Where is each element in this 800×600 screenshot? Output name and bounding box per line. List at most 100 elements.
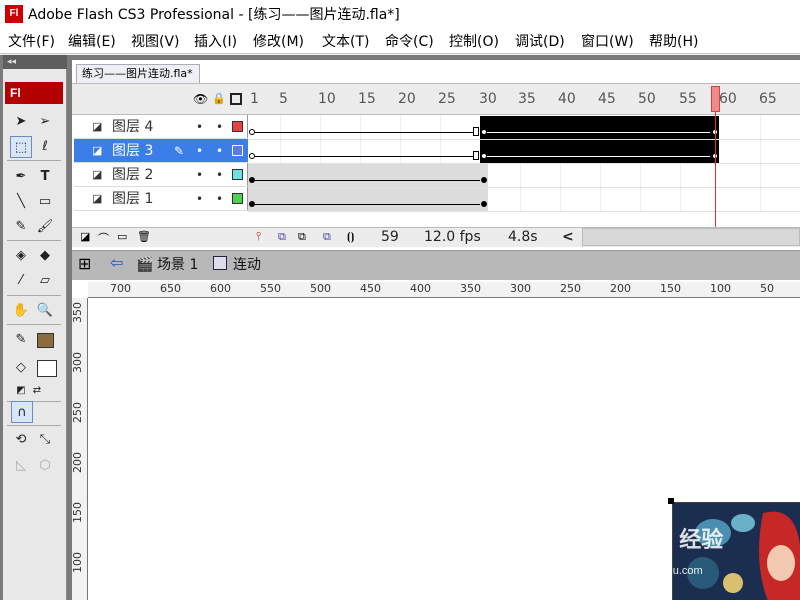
- pencil-tool-icon[interactable]: ✎: [10, 216, 32, 238]
- scale-icon[interactable]: ⤡: [34, 429, 56, 451]
- menu-window[interactable]: 窗口(W): [581, 33, 634, 51]
- ink-bottle-tool-icon[interactable]: ◈: [10, 245, 32, 267]
- menu-insert[interactable]: 插入(I): [194, 33, 237, 51]
- motion-tween-span[interactable]: [248, 188, 488, 211]
- swap-colors-icon[interactable]: ⇄: [26, 380, 48, 402]
- scroll-left-button[interactable]: <: [562, 228, 574, 246]
- selection-tool-icon[interactable]: ➤: [10, 111, 32, 133]
- line-tool-icon[interactable]: ╲: [10, 191, 32, 213]
- eyedropper-tool-icon[interactable]: ⁄: [10, 270, 32, 292]
- lock-dot-icon[interactable]: •: [216, 139, 223, 163]
- visibility-dot-icon[interactable]: •: [196, 139, 203, 163]
- layer-row-4[interactable]: ◪ 图层 4 • •: [74, 115, 248, 139]
- delete-layer-icon[interactable]: 🗑: [137, 230, 151, 243]
- keyframe[interactable]: [481, 129, 487, 135]
- playhead[interactable]: [711, 86, 720, 112]
- menu-control[interactable]: 控制(O): [449, 33, 499, 51]
- blank-keyframe[interactable]: [249, 153, 255, 159]
- layer-outline-color[interactable]: [232, 121, 243, 132]
- outline-all-layers-icon[interactable]: [230, 93, 242, 105]
- layer-row-2[interactable]: ◪ 图层 2 • •: [74, 163, 248, 187]
- menu-file[interactable]: 文件(F): [8, 33, 55, 51]
- keyframe[interactable]: [249, 177, 255, 183]
- timeline-toggle-icon[interactable]: ⊞: [78, 254, 91, 273]
- toolbox-divider: [7, 295, 61, 296]
- layer-outline-color[interactable]: [232, 145, 243, 156]
- free-transform-tool-icon[interactable]: ⬚: [10, 136, 32, 158]
- subselection-tool-icon[interactable]: ➢: [34, 111, 56, 133]
- insert-folder-icon[interactable]: ▭: [117, 230, 127, 243]
- layer-outline-color[interactable]: [232, 193, 243, 204]
- layer-icon: ◪: [92, 192, 103, 205]
- visibility-dot-icon[interactable]: •: [196, 163, 203, 187]
- ruler-label: 300: [71, 352, 84, 373]
- menu-text[interactable]: 文本(T): [322, 33, 369, 51]
- show-hide-all-layers-icon[interactable]: 👁: [193, 92, 208, 106]
- keyframe[interactable]: [481, 177, 487, 183]
- menu-edit[interactable]: 编辑(E): [68, 33, 116, 51]
- layer-outline-color[interactable]: [232, 169, 243, 180]
- lasso-tool-icon[interactable]: ℓ: [34, 136, 56, 158]
- collapse-arrows-icon[interactable]: ◂◂: [3, 55, 67, 69]
- layer-row-1[interactable]: ◪ 图层 1 • •: [74, 187, 248, 211]
- add-motion-guide-icon[interactable]: ⌒: [98, 230, 109, 246]
- modify-onion-markers-icon[interactable]: ⦗⦘: [347, 230, 354, 244]
- insert-layer-icon[interactable]: ◪: [80, 230, 90, 243]
- document-tab[interactable]: 练习——图片连动.fla*: [76, 64, 200, 83]
- rectangle-tool-icon[interactable]: ▭: [34, 191, 56, 213]
- fill-color-icon[interactable]: ◇: [10, 357, 32, 379]
- layer-row-3[interactable]: ◪ 图层 3 ✎ • •: [74, 139, 248, 163]
- blank-keyframe[interactable]: [249, 129, 255, 135]
- menu-modify[interactable]: 修改(M): [253, 33, 304, 51]
- frame-number: 25: [438, 91, 456, 107]
- pen-tool-icon[interactable]: ✒: [10, 166, 32, 188]
- timeline-scrollbar[interactable]: [582, 228, 800, 246]
- symbol-link[interactable]: 连动: [233, 256, 261, 274]
- layer-name: 图层 3: [112, 143, 154, 159]
- lock-all-layers-icon[interactable]: 🔒: [212, 92, 226, 105]
- ruler-label: 350: [460, 282, 481, 295]
- lock-dot-icon[interactable]: •: [216, 163, 223, 187]
- menu-view[interactable]: 视图(V): [131, 33, 180, 51]
- frame-rate[interactable]: 12.0 fps: [424, 228, 481, 246]
- paint-bucket-tool-icon[interactable]: ◆: [34, 245, 56, 267]
- visibility-dot-icon[interactable]: •: [196, 187, 203, 211]
- hand-tool-icon[interactable]: ✋: [10, 300, 32, 322]
- zoom-tool-icon[interactable]: 🔍: [34, 300, 56, 322]
- envelope-icon[interactable]: ⬡: [34, 455, 56, 477]
- menu-debug[interactable]: 调试(D): [515, 33, 565, 51]
- edit-multiple-frames-icon[interactable]: ⧉: [323, 230, 331, 244]
- ruler-label: 400: [410, 282, 431, 295]
- onion-skin-icon[interactable]: ⧉: [278, 230, 286, 244]
- fill-color-swatch[interactable]: [37, 360, 57, 377]
- center-frame-icon[interactable]: ⫯: [256, 229, 261, 244]
- brush-tool-icon[interactable]: 🖌: [34, 216, 56, 238]
- motion-tween-span[interactable]: [480, 140, 719, 163]
- stroke-color-swatch[interactable]: [37, 333, 54, 348]
- visibility-dot-icon[interactable]: •: [196, 115, 203, 139]
- eraser-tool-icon[interactable]: ▱: [34, 270, 56, 292]
- end-frame-marker[interactable]: [473, 151, 479, 160]
- back-arrow-icon[interactable]: ⇦: [110, 254, 123, 272]
- keyframe[interactable]: [481, 153, 487, 159]
- lock-dot-icon[interactable]: •: [216, 187, 223, 211]
- menu-commands[interactable]: 命令(C): [385, 33, 434, 51]
- selection-handle[interactable]: [668, 498, 674, 504]
- motion-tween-span[interactable]: [248, 164, 488, 187]
- current-frame: 59: [381, 229, 399, 245]
- stroke-color-icon[interactable]: ✎: [10, 329, 32, 351]
- text-tool-icon[interactable]: T: [34, 166, 56, 188]
- menu-help[interactable]: 帮助(H): [649, 33, 698, 51]
- end-frame-marker[interactable]: [473, 127, 479, 136]
- onion-skin-outlines-icon[interactable]: ⧉: [298, 230, 306, 244]
- motion-tween-span[interactable]: [480, 116, 719, 139]
- scene-link[interactable]: 场景 1: [157, 256, 198, 274]
- snap-to-objects-icon[interactable]: ∩: [11, 401, 33, 423]
- layer-name: 图层 4: [112, 119, 154, 135]
- rotate-skew-icon[interactable]: ⟲: [10, 429, 32, 451]
- keyframe[interactable]: [481, 201, 487, 207]
- lock-dot-icon[interactable]: •: [216, 115, 223, 139]
- distort-icon[interactable]: ◺: [10, 455, 32, 477]
- frame-number: 60: [719, 91, 737, 107]
- keyframe[interactable]: [249, 201, 255, 207]
